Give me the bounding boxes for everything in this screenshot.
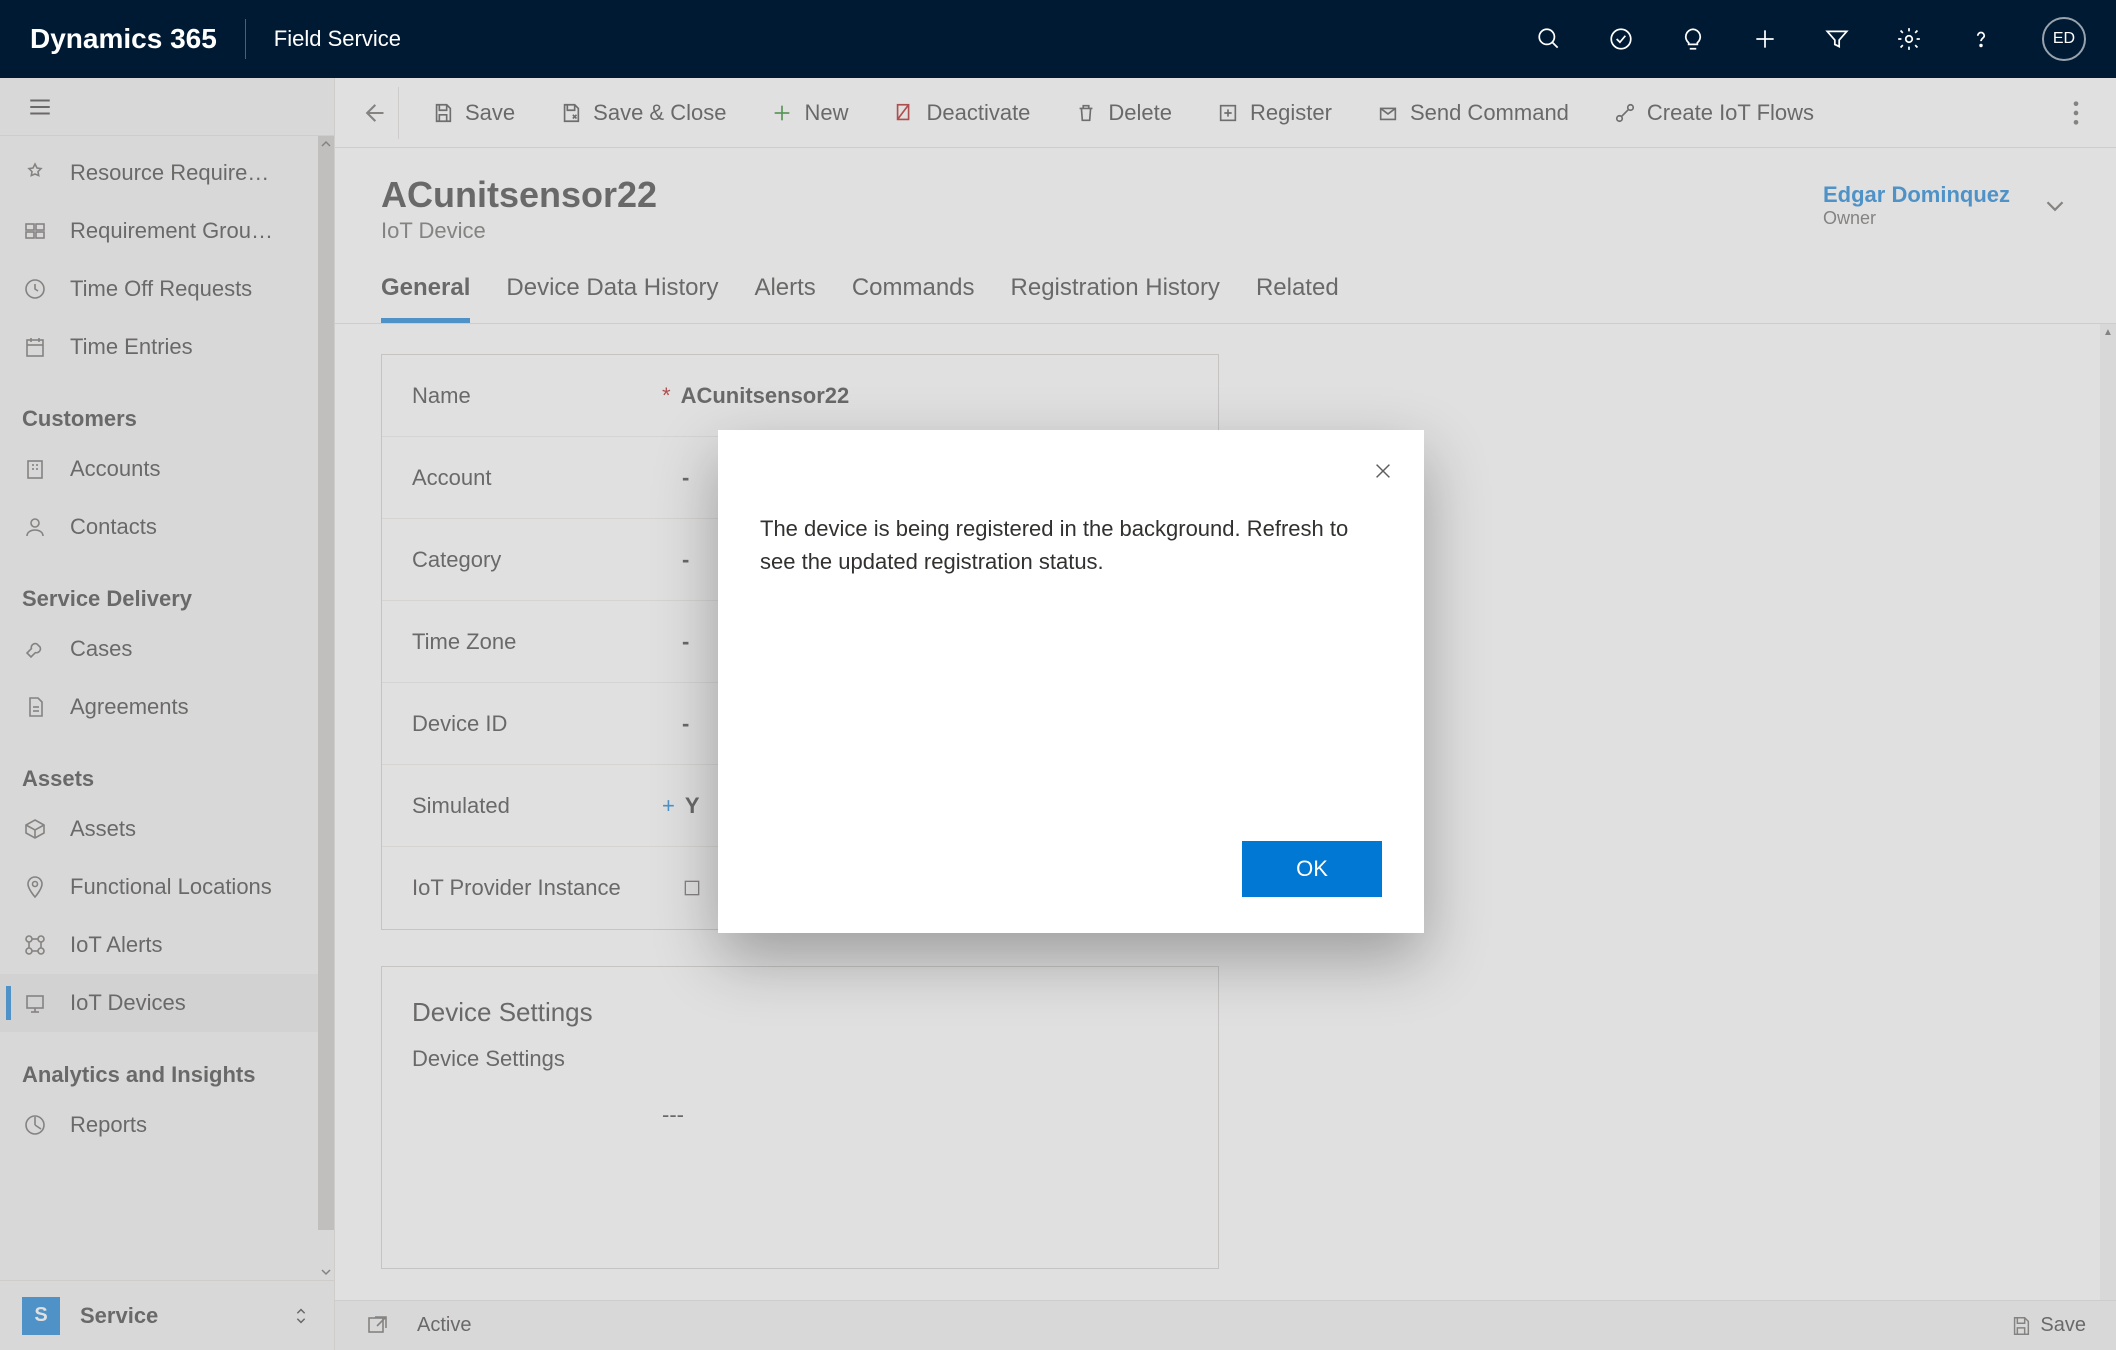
task-icon[interactable] — [1606, 24, 1636, 54]
dialog-message: The device is being registered in the ba… — [760, 512, 1382, 578]
user-avatar[interactable]: ED — [2042, 17, 2086, 61]
close-button[interactable] — [1368, 456, 1398, 486]
lightbulb-icon[interactable] — [1678, 24, 1708, 54]
registration-dialog: The device is being registered in the ba… — [718, 430, 1424, 933]
brand-label: Dynamics 365 — [30, 23, 217, 55]
global-top-bar: Dynamics 365 Field Service — [0, 0, 2116, 78]
plus-icon[interactable] — [1750, 24, 1780, 54]
filter-icon[interactable] — [1822, 24, 1852, 54]
search-icon[interactable] — [1534, 24, 1564, 54]
help-icon[interactable] — [1966, 24, 1996, 54]
gear-icon[interactable] — [1894, 24, 1924, 54]
topbar-divider — [245, 19, 246, 59]
ok-button[interactable]: OK — [1242, 841, 1382, 897]
module-label: Field Service — [274, 26, 401, 52]
